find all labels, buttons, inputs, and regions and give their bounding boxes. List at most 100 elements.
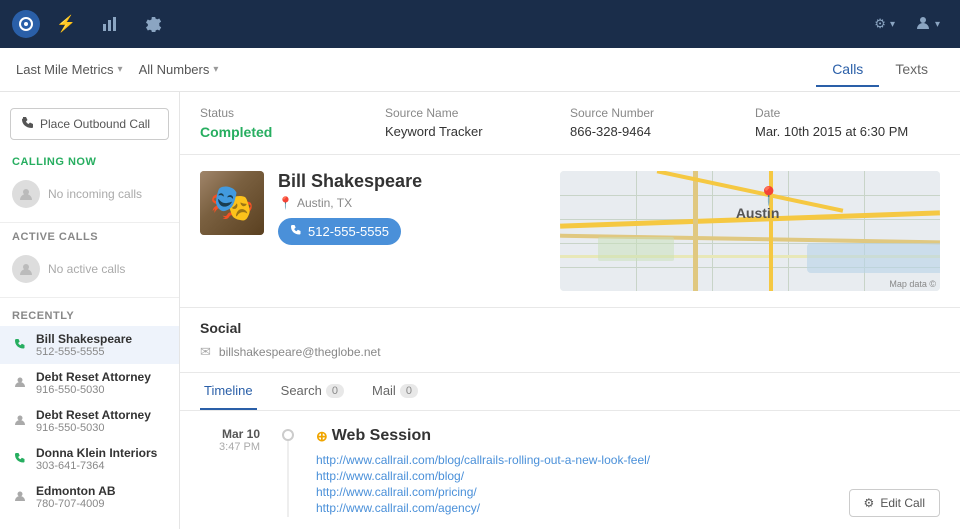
tab-search-count: 0 xyxy=(326,384,344,398)
recent-item-donna-klein[interactable]: Donna Klein Interiors 303-641-7364 xyxy=(0,440,179,478)
account-label: Last Mile Metrics xyxy=(16,62,114,77)
recently-label: RECENTLY xyxy=(0,302,179,326)
phone-call-icon xyxy=(12,338,28,353)
sidebar-divider-2 xyxy=(0,297,179,298)
sidebar-divider-1 xyxy=(0,222,179,223)
map-pin-icon: 📍 xyxy=(758,186,780,207)
tab-search-label: Search xyxy=(281,383,322,398)
main-layout: Place Outbound Call CALLING NOW No incom… xyxy=(0,92,960,529)
active-calls-label: ACTIVE CALLS xyxy=(0,227,179,249)
map-credit-text: Map data © xyxy=(889,279,936,289)
settings-icon[interactable] xyxy=(136,6,172,42)
timeline-row: Mar 10 3:47 PM ⊕ Web Session http://www.… xyxy=(200,427,940,517)
account-selector[interactable]: Last Mile Metrics ▾ xyxy=(16,58,123,81)
numbers-selector[interactable]: All Numbers ▾ xyxy=(139,58,219,81)
recent-item-info-2: Debt Reset Attorney 916-550-5030 xyxy=(36,370,151,396)
timeline-section: Mar 10 3:47 PM ⊕ Web Session http://www.… xyxy=(180,411,960,529)
caller-portrait xyxy=(200,171,264,235)
session-link-3[interactable]: http://www.callrail.com/agency/ xyxy=(316,501,940,515)
call-phone-button[interactable]: 512-555-5555 xyxy=(278,218,401,245)
detail-tabs: Timeline Search 0 Mail 0 xyxy=(180,373,960,411)
caller-phone-display: 512-555-5555 xyxy=(308,224,389,239)
numbers-label: All Numbers xyxy=(139,62,210,77)
numbers-chevron-icon: ▾ xyxy=(213,64,218,75)
reports-icon[interactable] xyxy=(92,6,128,42)
main-content: Status Completed Source Name Keyword Tra… xyxy=(180,92,960,529)
edit-call-label: Edit Call xyxy=(880,496,925,510)
session-link-2[interactable]: http://www.callrail.com/pricing/ xyxy=(316,485,940,499)
recent-item-edmonton[interactable]: Edmonton AB 780-707-4009 xyxy=(0,478,179,516)
tab-mail[interactable]: Mail 0 xyxy=(368,373,422,410)
no-incoming-avatar xyxy=(12,180,40,208)
top-nav-left: ⚡ xyxy=(12,6,172,42)
source-name-label: Source Name xyxy=(385,106,550,120)
tab-texts[interactable]: Texts xyxy=(879,53,944,87)
tab-timeline[interactable]: Timeline xyxy=(200,373,257,410)
tab-search[interactable]: Search 0 xyxy=(277,373,348,410)
date-value: Mar. 10th 2015 at 6:30 PM xyxy=(755,124,920,139)
gear-dropdown-btn[interactable]: ⚙ ▾ xyxy=(866,12,903,36)
session-link-0[interactable]: http://www.callrail.com/blog/callrails-r… xyxy=(316,453,940,467)
social-title: Social xyxy=(200,320,940,336)
phone-outbound-icon xyxy=(21,116,34,132)
app-logo xyxy=(12,10,40,38)
recent-item-info: Bill Shakespeare 512-555-5555 xyxy=(36,332,132,358)
phone-icon-2 xyxy=(12,452,28,467)
timeline-line xyxy=(287,441,289,517)
timeline-content: ⊕ Web Session http://www.callrail.com/bl… xyxy=(316,427,940,517)
recent-item-bill-shakespeare[interactable]: Bill Shakespeare 512-555-5555 xyxy=(0,326,179,364)
timeline-dot xyxy=(282,429,294,441)
tab-mail-count: 0 xyxy=(400,384,418,398)
recent-item-phone-4: 303-641-7364 xyxy=(36,460,157,472)
no-active-calls: No active calls xyxy=(0,249,179,293)
recent-item-name-2: Debt Reset Attorney xyxy=(36,370,151,384)
caller-name: Bill Shakespeare xyxy=(278,171,422,192)
date-label: Date xyxy=(755,106,920,120)
source-name-section: Source Name Keyword Tracker xyxy=(385,106,570,140)
recent-item-phone-3: 916-550-5030 xyxy=(36,422,151,434)
tab-mail-label: Mail xyxy=(372,383,396,398)
map-city-label: Austin xyxy=(736,205,780,221)
source-number-section: Source Number 866-328-9464 xyxy=(570,106,755,140)
email-icon: ✉ xyxy=(200,344,211,360)
user-dropdown-btn[interactable]: ▾ xyxy=(907,11,948,38)
activity-icon[interactable]: ⚡ xyxy=(48,6,84,42)
map-container[interactable]: Austin 📍 Map data © xyxy=(560,171,940,291)
recent-item-info-5: Edmonton AB 780-707-4009 xyxy=(36,484,116,510)
status-value: Completed xyxy=(200,124,365,140)
date-section: Date Mar. 10th 2015 at 6:30 PM xyxy=(755,106,940,140)
phone-icon-caller xyxy=(290,224,302,239)
timeline-dot-column xyxy=(276,427,300,517)
recent-item-info-3: Debt Reset Attorney 916-550-5030 xyxy=(36,408,151,434)
place-outbound-call-button[interactable]: Place Outbound Call xyxy=(10,108,169,140)
session-link-1[interactable]: http://www.callrail.com/blog/ xyxy=(316,469,940,483)
account-chevron-icon: ▾ xyxy=(118,64,123,75)
recent-item-debt-reset-1[interactable]: Debt Reset Attorney 916-550-5030 xyxy=(0,364,179,402)
recent-item-phone: 512-555-5555 xyxy=(36,346,132,358)
recent-item-debt-reset-2[interactable]: Debt Reset Attorney 916-550-5030 xyxy=(0,402,179,440)
timeline-time: 3:47 PM xyxy=(200,441,260,453)
sub-nav: Last Mile Metrics ▾ All Numbers ▾ Calls … xyxy=(0,48,960,92)
edit-call-button[interactable]: ⚙ Edit Call xyxy=(849,489,940,517)
recent-item-name: Bill Shakespeare xyxy=(36,332,132,346)
edit-gear-icon: ⚙ xyxy=(864,496,875,510)
tab-timeline-label: Timeline xyxy=(204,383,253,398)
web-session-icon: ⊕ xyxy=(316,428,328,445)
caller-location: 📍 Austin, TX xyxy=(278,196,422,210)
status-label: Status xyxy=(200,106,365,120)
gear-chevron-icon: ▾ xyxy=(890,19,895,30)
call-header: Status Completed Source Name Keyword Tra… xyxy=(180,92,960,155)
gear-icon: ⚙ xyxy=(874,16,886,32)
call-detail: Bill Shakespeare 📍 Austin, TX 512-555-55… xyxy=(180,155,960,308)
no-active-avatar xyxy=(12,255,40,283)
user-icon-2 xyxy=(12,414,28,429)
map-background: Austin 📍 Map data © xyxy=(560,171,940,291)
no-incoming-calls: No incoming calls xyxy=(0,174,179,218)
user-icon xyxy=(915,15,931,34)
tab-calls[interactable]: Calls xyxy=(816,53,879,87)
source-number-label: Source Number xyxy=(570,106,735,120)
top-nav: ⚡ ⚙ ▾ ▾ xyxy=(0,0,960,48)
no-incoming-text: No incoming calls xyxy=(48,187,142,201)
calling-now-label: CALLING NOW xyxy=(0,152,179,174)
caller-details: Bill Shakespeare 📍 Austin, TX 512-555-55… xyxy=(278,171,422,245)
